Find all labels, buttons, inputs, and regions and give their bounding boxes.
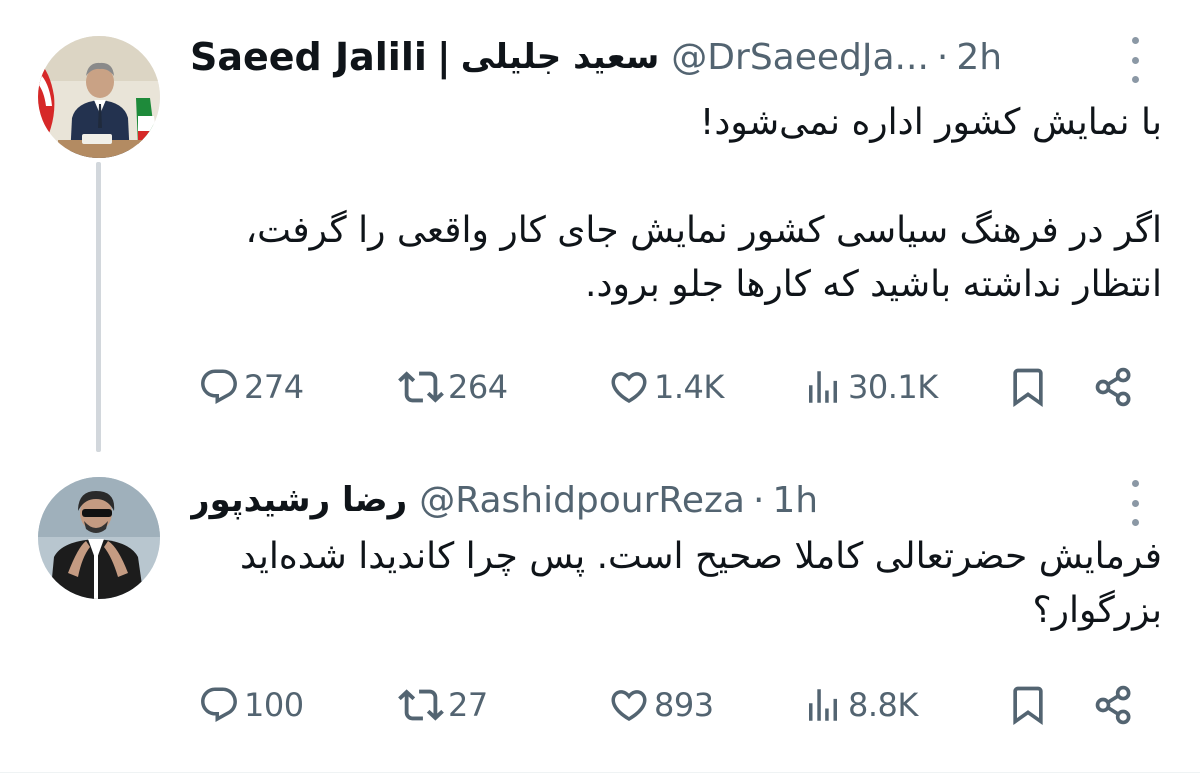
timestamp[interactable]: 2h (956, 37, 1002, 78)
reply-icon (201, 687, 237, 722)
like-icon (611, 372, 647, 404)
tweet-text: با نمایش کشور اداره نمی‌شود! اگر در فرهن… (245, 102, 1162, 305)
avatar[interactable] (38, 36, 160, 158)
reply-count: 274 (244, 368, 304, 406)
action-bar: 100 27 893 8.8K (190, 675, 1150, 735)
tweet-original[interactable]: Saeed Jalili | سعید جلیلی @DrSaeedJa... … (0, 0, 1200, 455)
tweet-reply[interactable]: رضا رشیدپور @RashidpourReza · 1h فرمایش … (0, 455, 1200, 773)
views-count: 8.8K (848, 686, 918, 724)
views-count: 30.1K (848, 368, 938, 406)
person-with-flag-avatar-icon (38, 36, 160, 158)
timestamp[interactable]: 1h (772, 480, 818, 521)
bookmark-button[interactable] (1006, 357, 1050, 417)
share-icon (1095, 367, 1131, 407)
retweet-count: 264 (448, 368, 508, 406)
bookmark-icon (1013, 686, 1043, 726)
user-handle[interactable]: @RashidpourReza (419, 480, 745, 521)
share-button[interactable] (1092, 357, 1136, 417)
bookmark-icon (1013, 368, 1043, 408)
person-in-suit-avatar-icon (38, 477, 160, 599)
retweet-count: 27 (448, 686, 488, 724)
like-count: 1.4K (654, 368, 724, 406)
tweet-text: فرمایش حضرتعالی کاملا صحیح است. پس چرا ک… (228, 536, 1162, 631)
views-icon (809, 689, 837, 721)
avatar[interactable] (38, 477, 160, 599)
retweet-button[interactable]: 27 (398, 675, 488, 735)
reply-count: 100 (244, 686, 304, 724)
retweet-button[interactable]: 264 (398, 357, 508, 417)
thread-connector-line (96, 162, 101, 452)
views-icon (809, 371, 837, 403)
more-options-icon[interactable] (1126, 480, 1144, 526)
share-button[interactable] (1092, 675, 1136, 735)
separator-dot: · (752, 479, 765, 521)
display-name[interactable]: رضا رشیدپور (190, 480, 407, 520)
retweet-icon (398, 371, 444, 403)
views-button[interactable]: 8.8K (802, 675, 918, 735)
display-name-persian[interactable]: سعید جلیلی (461, 37, 660, 77)
name-separator: | (436, 35, 451, 79)
reply-button[interactable]: 100 (198, 675, 304, 735)
action-bar: 274 264 1.4K 30.1K (190, 357, 1150, 417)
like-button[interactable]: 1.4K (608, 357, 724, 417)
like-count: 893 (654, 686, 714, 724)
tweet-header: Saeed Jalili | سعید جلیلی @DrSaeedJa... … (190, 29, 1100, 85)
display-name[interactable]: Saeed Jalili (190, 35, 427, 79)
share-icon (1095, 685, 1131, 725)
reply-button[interactable]: 274 (198, 357, 304, 417)
user-handle[interactable]: @DrSaeedJa... (671, 37, 929, 78)
separator-dot: · (936, 36, 949, 78)
reply-icon (201, 369, 237, 404)
more-options-icon[interactable] (1126, 37, 1144, 83)
views-button[interactable]: 30.1K (802, 357, 938, 417)
tweet-header: رضا رشیدپور @RashidpourReza · 1h (190, 472, 1100, 528)
bookmark-button[interactable] (1006, 675, 1050, 735)
like-icon (611, 690, 647, 722)
retweet-icon (398, 689, 444, 721)
like-button[interactable]: 893 (608, 675, 714, 735)
